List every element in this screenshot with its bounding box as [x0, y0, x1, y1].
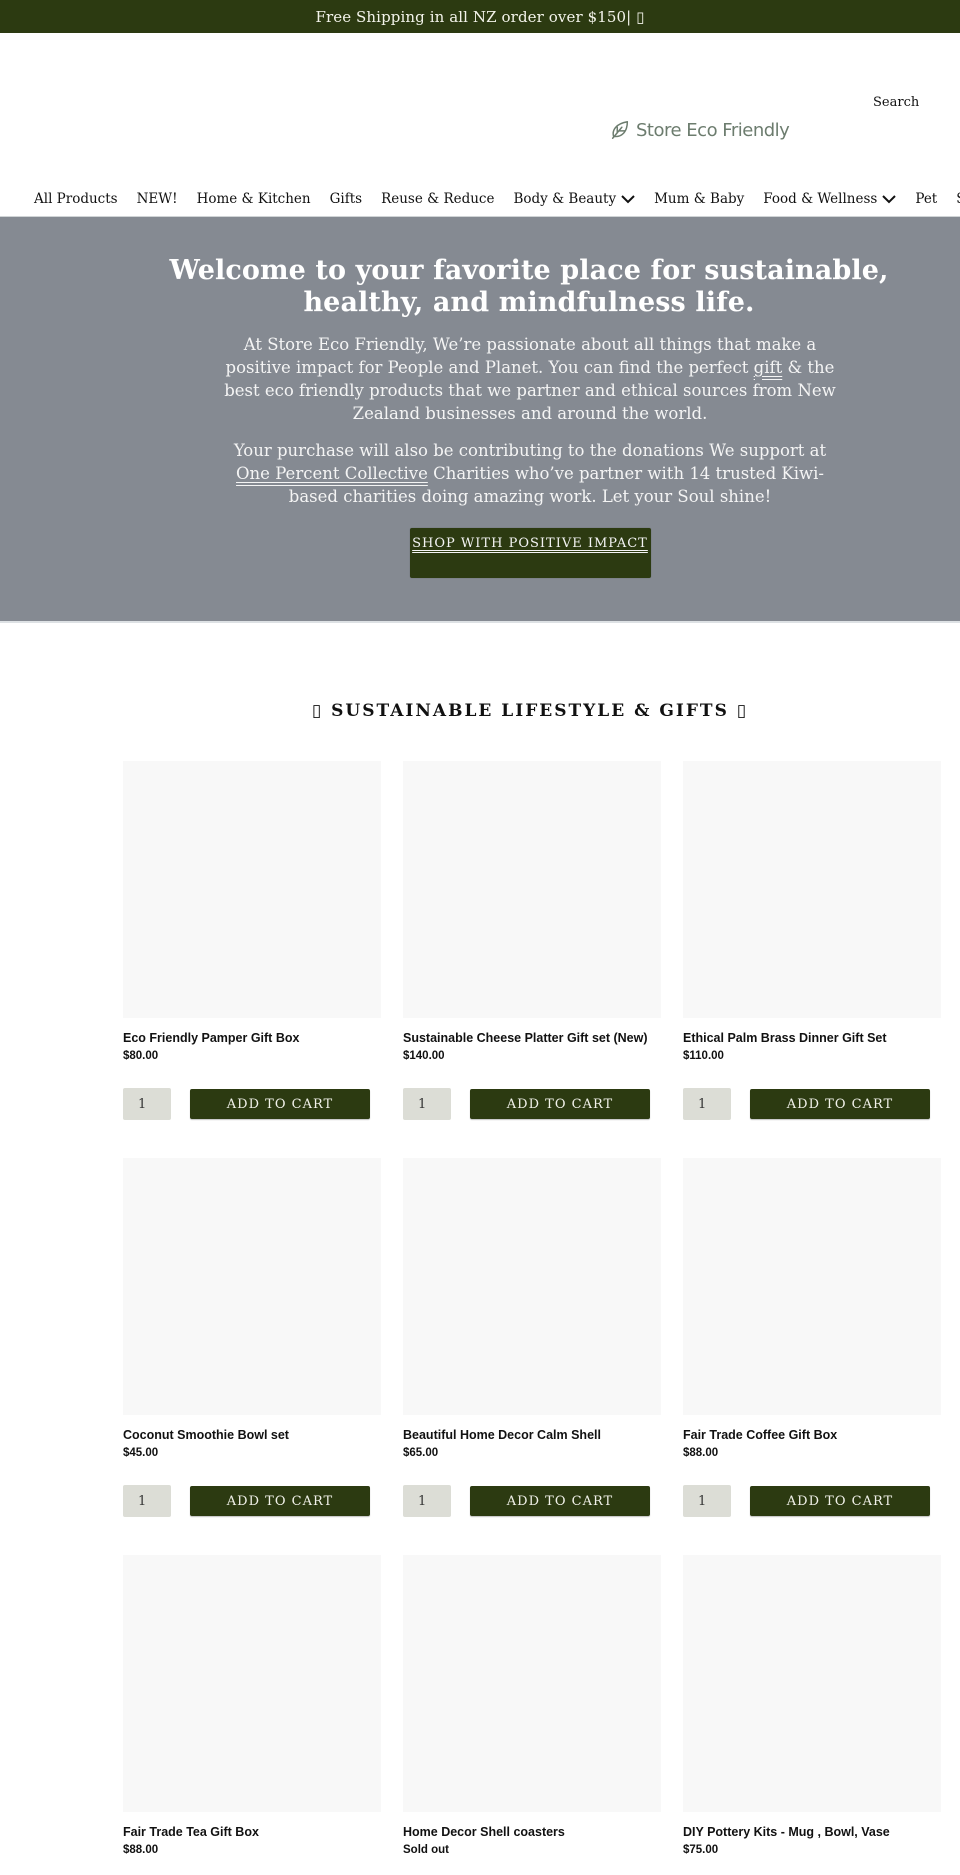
sold-out-label: Sold out — [403, 1844, 449, 1856]
hero-banner: Welcome to your favorite place for susta… — [0, 216, 960, 623]
product-title[interactable]: Fair Trade Tea Gift Box — [123, 1825, 381, 1839]
nav-label: Mum & Baby — [654, 191, 745, 207]
product-actions: ADD TO CART — [123, 1485, 381, 1517]
product-image[interactable] — [403, 1555, 661, 1812]
product-title[interactable]: Fair Trade Coffee Gift Box — [683, 1428, 941, 1442]
product-price: $110.00 — [683, 1050, 724, 1062]
product-actions: ADD TO CART — [683, 1485, 941, 1517]
quantity-input[interactable] — [403, 1485, 451, 1517]
product-card: DIY Pottery Kits - Mug , Bowl, Vase $75.… — [683, 1555, 941, 1856]
nav-label: Body & Beauty — [513, 191, 617, 207]
nav-label: Home & Kitchen — [196, 191, 311, 207]
product-card: Sustainable Cheese Platter Gift set (New… — [403, 761, 661, 1120]
add-to-cart-button[interactable]: ADD TO CART — [750, 1089, 930, 1119]
add-to-cart-button[interactable]: ADD TO CART — [470, 1486, 650, 1516]
product-grid: Eco Friendly Pamper Gift Box $80.00 ADD … — [123, 761, 941, 1856]
gift-link[interactable]: gift — [754, 358, 783, 377]
nav-item-new[interactable]: NEW! — [137, 191, 178, 207]
product-title[interactable]: Coconut Smoothie Bowl set — [123, 1428, 381, 1442]
product-price: $45.00 — [123, 1447, 159, 1459]
add-to-cart-button[interactable]: ADD TO CART — [190, 1089, 370, 1119]
product-price: $80.00 — [123, 1050, 159, 1062]
product-price: $88.00 — [123, 1844, 159, 1856]
product-image[interactable] — [403, 1158, 661, 1415]
nav-label: SALE — [956, 191, 960, 207]
product-card: Home Decor Shell coasters Sold out — [403, 1555, 661, 1856]
nav-label: Pet — [915, 191, 938, 207]
nav-item-gifts[interactable]: Gifts — [330, 191, 362, 207]
product-card: Fair Trade Tea Gift Box $88.00 — [123, 1555, 381, 1856]
nav-item-all-products[interactable]: All Products — [34, 191, 118, 207]
hero-donation-text: Your purchase will also be contributing … — [220, 439, 840, 508]
product-price: $140.00 — [403, 1050, 445, 1062]
announcement-bar: Free Shipping in all NZ order over $150|… — [0, 0, 960, 33]
product-image[interactable] — [123, 761, 381, 1018]
product-actions: ADD TO CART — [403, 1485, 661, 1517]
nav-item-home-kitchen[interactable]: Home & Kitchen — [197, 191, 311, 207]
nav-label: All Products — [34, 191, 118, 207]
hero-text: Your purchase will also be contributing … — [233, 441, 827, 460]
nav-label: Food & Wellness — [763, 191, 878, 207]
product-card: Fair Trade Coffee Gift Box $88.00 ADD TO… — [683, 1158, 941, 1517]
quantity-input[interactable] — [123, 1485, 171, 1517]
product-card: Ethical Palm Brass Dinner Gift Set $110.… — [683, 761, 941, 1120]
nav-item-pet[interactable]: Pet — [915, 191, 937, 207]
site-header: Search Store Eco Friendly All Products N… — [0, 33, 960, 216]
product-price: $88.00 — [683, 1447, 719, 1459]
shop-with-positive-impact-button[interactable]: SHOP WITH POSITIVE IMPACT — [409, 528, 651, 578]
hero-text: At Store Eco Friendly, We’re passionate … — [225, 335, 817, 377]
product-image[interactable] — [123, 1158, 381, 1415]
announcement-text: Free Shipping in all NZ order over $150|… — [315, 7, 645, 26]
collection-title: ▯ SUSTAINABLE LIFESTYLE & GIFTS ▯ — [311, 701, 749, 721]
nav-item-reuse-reduce[interactable]: Reuse & Reduce — [381, 191, 494, 207]
chevron-down-icon — [621, 195, 635, 204]
product-image[interactable] — [123, 1555, 381, 1812]
nav-label: Reuse & Reduce — [381, 191, 495, 207]
product-actions: ADD TO CART — [683, 1088, 941, 1120]
product-title[interactable]: Home Decor Shell coasters — [403, 1825, 661, 1839]
product-title[interactable]: Sustainable Cheese Platter Gift set (New… — [403, 1031, 661, 1045]
quantity-input[interactable] — [683, 1485, 731, 1517]
add-to-cart-button[interactable]: ADD TO CART — [190, 1486, 370, 1516]
logo[interactable]: Store Eco Friendly — [609, 119, 790, 141]
nav-label: Gifts — [329, 191, 363, 207]
search-link[interactable]: Search — [873, 95, 919, 110]
nav-label: NEW! — [136, 191, 178, 207]
quantity-input[interactable] — [403, 1088, 451, 1120]
product-title[interactable]: DIY Pottery Kits - Mug , Bowl, Vase — [683, 1825, 941, 1839]
product-image[interactable] — [403, 761, 661, 1018]
nav-item-body-beauty[interactable]: Body & Beauty — [513, 191, 635, 207]
product-title[interactable]: Eco Friendly Pamper Gift Box — [123, 1031, 381, 1045]
leaf-icon — [611, 121, 629, 139]
product-card: Eco Friendly Pamper Gift Box $80.00 ADD … — [123, 761, 381, 1120]
chevron-down-icon — [882, 195, 897, 204]
nav-item-mum-baby[interactable]: Mum & Baby — [654, 191, 744, 207]
quantity-input[interactable] — [123, 1088, 171, 1120]
product-card: Beautiful Home Decor Calm Shell $65.00 A… — [403, 1158, 661, 1517]
product-actions: ADD TO CART — [123, 1088, 381, 1120]
product-image[interactable] — [683, 1555, 941, 1812]
add-to-cart-button[interactable]: ADD TO CART — [750, 1486, 930, 1516]
product-price: $75.00 — [683, 1844, 719, 1856]
main-nav: All Products NEW! Home & Kitchen Gifts R… — [34, 191, 960, 207]
product-card: Coconut Smoothie Bowl set $45.00 ADD TO … — [123, 1158, 381, 1517]
product-image[interactable] — [683, 761, 941, 1018]
product-actions: ADD TO CART — [403, 1088, 661, 1120]
product-price: $65.00 — [403, 1447, 439, 1459]
nav-item-food-wellness[interactable]: Food & Wellness — [763, 191, 897, 207]
quantity-input[interactable] — [683, 1088, 731, 1120]
product-title[interactable]: Ethical Palm Brass Dinner Gift Set — [683, 1031, 941, 1045]
hero-title: Welcome to your favorite place for susta… — [169, 255, 889, 318]
add-to-cart-button[interactable]: ADD TO CART — [470, 1089, 650, 1119]
logo-text: Store Eco Friendly — [636, 119, 790, 141]
one-percent-collective-link[interactable]: One Percent Collective — [236, 464, 428, 483]
product-title[interactable]: Beautiful Home Decor Calm Shell — [403, 1428, 661, 1442]
hero-intro-text: At Store Eco Friendly, We’re passionate … — [223, 333, 838, 425]
nav-item-sale[interactable]: SALE — [956, 191, 960, 207]
product-image[interactable] — [683, 1158, 941, 1415]
